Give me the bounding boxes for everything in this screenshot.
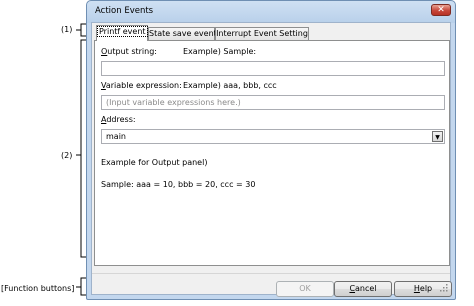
printf-event-panel: Output string: Example) Sample: Variable… [94,40,450,266]
tab-interrupt-event-setting[interactable]: Interrupt Event Setting [215,27,309,40]
output-example-heading: Example for Output panel) [101,158,208,167]
resize-grip-icon[interactable] [440,284,448,292]
tab-state-save-event[interactable]: State save event [148,27,217,40]
cancel-button[interactable]: Cancel [334,281,392,297]
tab-printf-event[interactable]: Printf event [96,25,148,41]
output-string-label: Output string: [101,47,157,56]
output-string-input[interactable] [101,61,445,76]
ok-button[interactable]: OK [276,281,334,297]
address-combobox[interactable]: main ▼ [101,129,445,144]
title-bar[interactable]: Action Events ✕ [87,1,455,23]
close-icon: ✕ [437,5,445,15]
address-label: Address: [101,115,136,124]
dialog-client-area: Printf event State save event Interrupt … [91,22,452,297]
function-buttons-annotation: [Function buttons] [1,284,75,293]
window-title: Action Events [95,6,154,16]
variable-expression-example: Example) aaa, bbb, ccc [183,81,277,90]
output-string-example: Example) Sample: [183,47,257,56]
panel-area-annotation: (2) [61,151,73,160]
tab-area-annotation: (1) [61,25,73,34]
address-value: main [106,132,126,141]
footer-separator [92,273,450,274]
output-example-text: Sample: aaa = 10, bbb = 20, ccc = 30 [101,180,256,189]
variable-expression-input[interactable]: (Input variable expressions here.) [101,95,445,110]
action-events-dialog: Action Events ✕ Printf event State save … [86,0,456,300]
close-button[interactable]: ✕ [431,4,451,16]
variable-expression-label: Variable expression: [101,81,182,90]
chevron-down-icon[interactable]: ▼ [432,131,443,142]
